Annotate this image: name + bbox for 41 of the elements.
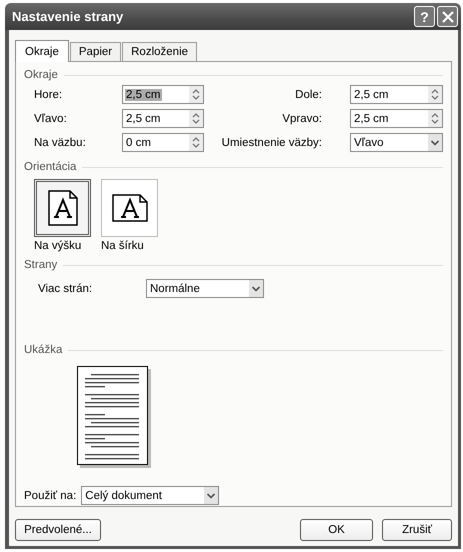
dialog-button[interactable]: Zrušiť xyxy=(382,519,452,541)
orientation-label: Na výšku xyxy=(34,240,82,252)
window-title: Nastavenie strany xyxy=(12,9,124,24)
tab[interactable]: Papier xyxy=(70,42,122,61)
spin-field[interactable]: 2,5 cm xyxy=(122,109,204,128)
spinner-icon[interactable] xyxy=(428,110,442,127)
dropdown-field[interactable]: Vľavo xyxy=(350,133,443,152)
field-label: Použiť na: xyxy=(24,490,76,502)
spin-field[interactable]: 2,5 cm xyxy=(350,109,443,128)
field-label: Dole: xyxy=(294,88,323,100)
close-button[interactable] xyxy=(437,6,458,27)
section-heading: Strany xyxy=(24,259,58,271)
section-heading: Okraje xyxy=(24,69,58,81)
spinner-icon[interactable] xyxy=(428,86,442,103)
tab[interactable]: Rozloženie xyxy=(122,42,198,61)
orientation-label: Na šírku xyxy=(101,240,144,252)
dialog-button[interactable]: OK xyxy=(300,519,373,541)
spin-field[interactable]: 2,5 cm xyxy=(350,85,443,104)
portrait-page-icon xyxy=(48,190,78,226)
field-label: Hore: xyxy=(34,88,64,100)
spinner-icon[interactable] xyxy=(189,134,203,151)
field-label: Vpravo: xyxy=(281,112,323,124)
landscape-page-icon xyxy=(112,194,148,222)
spinner-icon[interactable] xyxy=(189,86,203,103)
portrait-button[interactable] xyxy=(34,179,91,237)
dropdown-field[interactable]: Normálne xyxy=(146,279,264,298)
close-icon xyxy=(442,10,454,22)
section-heading: Orientácia xyxy=(24,161,76,173)
spin-field[interactable]: 0 cm xyxy=(122,133,204,152)
section-heading: Ukážka xyxy=(24,344,62,356)
landscape-button[interactable] xyxy=(101,179,158,237)
field-label: Viac strán: xyxy=(38,282,94,294)
dialog-button[interactable]: Predvolené... xyxy=(15,519,101,541)
spinner-icon[interactable] xyxy=(189,110,203,127)
field-label: Umiestnenie väzby: xyxy=(220,136,323,148)
spin-field[interactable]: 2,5 cm xyxy=(122,85,204,104)
help-button[interactable]: ? xyxy=(414,6,435,27)
tab[interactable]: Okraje xyxy=(15,40,69,62)
field-label: Vľavo: xyxy=(34,112,68,124)
dropdown-field[interactable]: Celý dokument xyxy=(81,486,220,505)
field-label: Na väzbu: xyxy=(34,136,87,148)
